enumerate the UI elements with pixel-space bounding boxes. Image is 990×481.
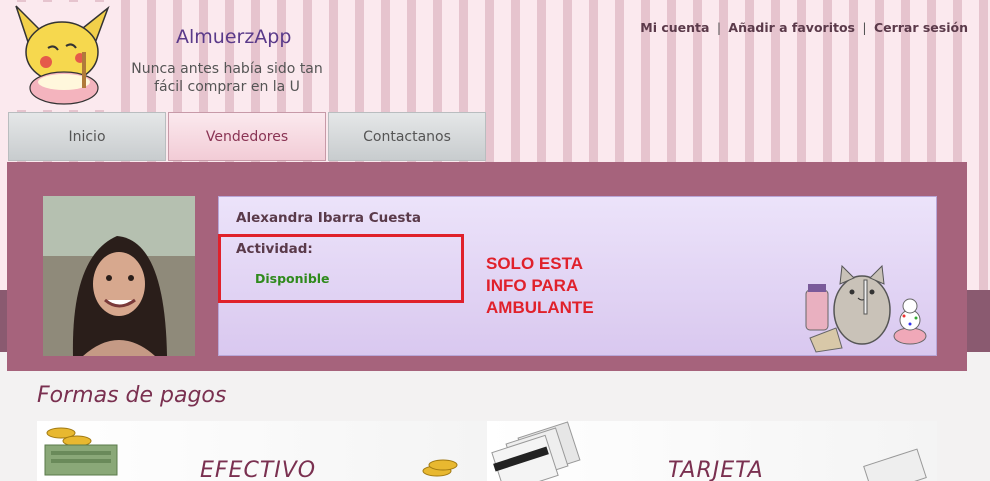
my-account-link[interactable]: Mi cuenta <box>640 20 709 35</box>
separator: | <box>862 20 867 35</box>
vendor-photo <box>43 196 195 356</box>
logo[interactable] <box>8 2 116 110</box>
top-links: Mi cuenta | Añadir a favoritos | Cerrar … <box>640 20 968 35</box>
payment-label-cash: EFECTIVO <box>200 458 317 481</box>
tab-vendedores[interactable]: Vendedores <box>168 112 326 161</box>
logout-link[interactable]: Cerrar sesión <box>874 20 968 35</box>
separator: | <box>716 20 722 35</box>
payment-label-card: TARJETA <box>668 458 764 481</box>
add-favorites-link[interactable]: Añadir a favoritos <box>728 20 855 35</box>
tab-contactanos[interactable]: Contactanos <box>328 112 486 161</box>
tab-inicio[interactable]: Inicio <box>8 112 166 161</box>
annotation-highlight-box <box>218 234 464 303</box>
tab-label: Vendedores <box>205 128 289 145</box>
tab-label: Contactanos <box>363 128 451 145</box>
annotation-note: SOLO ESTA INFO PARA AMBULANTE <box>486 254 594 317</box>
vendor-name: Alexandra Ibarra Cuesta <box>236 210 421 226</box>
app-slogan: Nunca antes había sido tan fácil comprar… <box>131 61 323 95</box>
app-title[interactable]: AlmuerzApp <box>176 26 291 48</box>
tab-label: Inicio <box>68 128 106 145</box>
pusheen-cat-icon <box>800 240 932 355</box>
payments-title: Formas de pagos <box>37 383 227 408</box>
